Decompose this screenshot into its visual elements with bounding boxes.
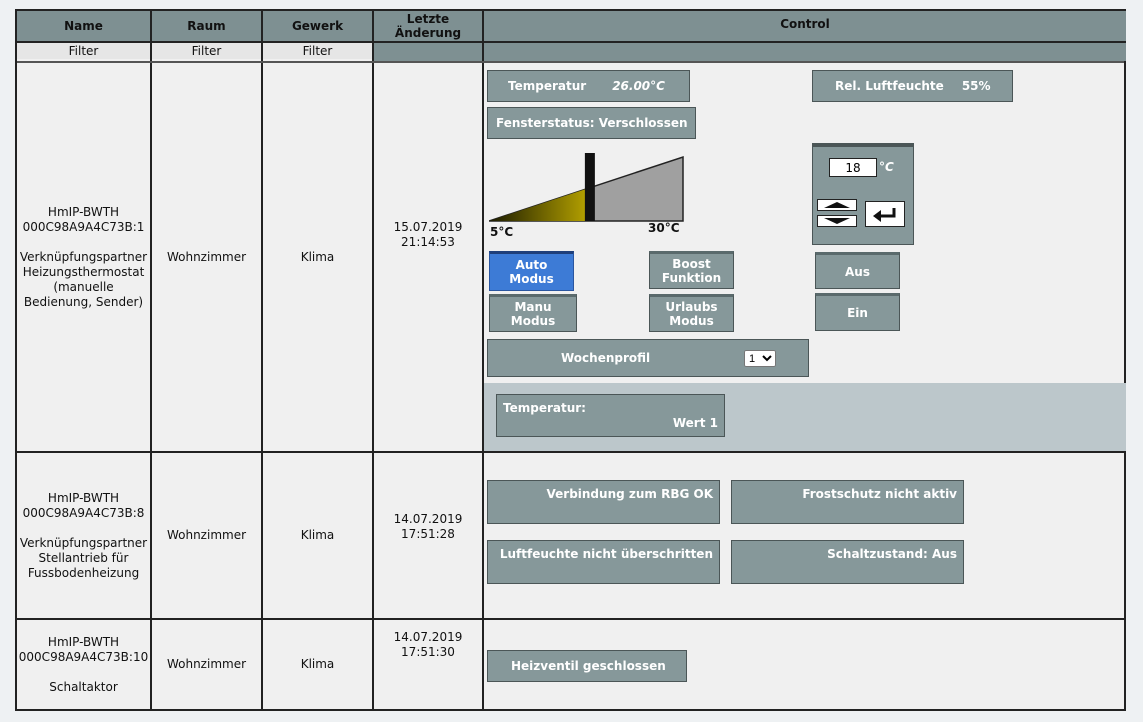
table-row-1-room: Wohnzimmer bbox=[166, 249, 247, 264]
table-row-3-name: HmIP-BWTH 000C98A9A4C73B:10 Schaltaktor bbox=[17, 620, 150, 709]
temperature-sensor-panel: Temperatur: Wert 1 bbox=[484, 383, 1126, 451]
change-date: 14.07.2019 bbox=[393, 630, 463, 644]
device-description: Fussbodenheizung bbox=[27, 565, 140, 580]
header-trade[interactable]: Gewerk bbox=[263, 11, 372, 41]
table-row-2-trade: Klima bbox=[300, 528, 335, 542]
manual-mode-line1: Manu bbox=[514, 300, 552, 314]
device-description: Verknüpfungspartner bbox=[19, 249, 148, 264]
header-last-change[interactable]: Letzte Änderung bbox=[374, 11, 482, 41]
device-table: Name Raum Gewerk Letzte Änderung Control… bbox=[15, 9, 1126, 711]
temperature-sensor-value: Wert 1 bbox=[672, 416, 718, 430]
table-row-3-last-change: 14.07.2019 17:51:30 bbox=[374, 627, 482, 663]
table-row-2-last-change: 14.07.2019 17:51:28 bbox=[374, 453, 482, 601]
vacation-mode-line1: Urlaubs bbox=[665, 300, 718, 314]
setpoint-unit: °C bbox=[879, 160, 894, 174]
device-type: HmIP-BWTH bbox=[47, 634, 120, 649]
valve-status: Heizventil geschlossen bbox=[487, 650, 687, 682]
device-description: (manuelle bbox=[53, 279, 114, 294]
header-control: Control bbox=[484, 11, 1126, 41]
device-description: Heizungsthermostat bbox=[22, 264, 145, 279]
boost-button[interactable]: Boost Funktion bbox=[649, 251, 734, 289]
auto-mode-button[interactable]: Auto Modus bbox=[489, 251, 574, 291]
temperature-display: Temperatur 26.00°C bbox=[487, 70, 690, 102]
table-row-1-name: HmIP-BWTH 000C98A9A4C73B:1 Verknüpfungsp… bbox=[17, 63, 150, 451]
temperature-label: Temperatur bbox=[508, 79, 587, 93]
change-time: 17:51:30 bbox=[401, 645, 455, 659]
manual-mode-button[interactable]: Manu Modus bbox=[489, 294, 577, 332]
temperature-sensor-label: Temperatur: bbox=[503, 401, 586, 415]
filter-trade-button[interactable]: Filter bbox=[263, 43, 372, 59]
device-address: 000C98A9A4C73B:10 bbox=[18, 649, 149, 664]
header-last-change-line1: Letzte bbox=[406, 12, 450, 26]
column-divider bbox=[482, 11, 484, 709]
humidity-label: Rel. Luftfeuchte bbox=[835, 79, 944, 93]
rbg-connection-status: Verbindung zum RBG OK bbox=[487, 480, 720, 524]
weekprofile-select[interactable]: 1 bbox=[744, 350, 776, 367]
header-last-change-line2: Änderung bbox=[394, 26, 462, 40]
device-type: HmIP-BWTH bbox=[47, 204, 120, 219]
window-status: Fensterstatus: Verschlossen bbox=[487, 107, 696, 139]
device-description: Verknüpfungspartner bbox=[19, 535, 148, 550]
auto-mode-line1: Auto bbox=[515, 258, 548, 272]
slider-max-label: 30°C bbox=[648, 221, 680, 235]
temperature-value: 26.00°C bbox=[612, 79, 665, 93]
setpoint-apply-button[interactable] bbox=[865, 201, 905, 227]
slider-handle[interactable] bbox=[584, 153, 595, 221]
temperature-sensor-display: Temperatur: Wert 1 bbox=[496, 394, 725, 437]
arrow-down-icon bbox=[824, 218, 850, 224]
slider-min-label: 5°C bbox=[490, 225, 514, 239]
table-row-1-last-change: 15.07.2019 21:14:53 bbox=[374, 63, 482, 407]
device-description: Stellantrieb für bbox=[38, 550, 129, 565]
arrow-up-icon bbox=[824, 202, 850, 208]
humidity-value: 55% bbox=[961, 79, 991, 93]
table-row-2-room: Wohnzimmer bbox=[166, 528, 247, 542]
on-button[interactable]: Ein bbox=[815, 293, 900, 331]
device-description: Bedienung, Sender) bbox=[23, 294, 144, 309]
device-type: HmIP-BWTH bbox=[47, 490, 120, 505]
humidity-display: Rel. Luftfeuchte 55% bbox=[812, 70, 1013, 102]
setpoint-input[interactable] bbox=[829, 158, 877, 177]
weekprofile-bar: Wochenprofil 1 bbox=[487, 339, 809, 377]
switch-state-status: Schaltzustand: Aus bbox=[731, 540, 964, 584]
boost-line1: Boost bbox=[672, 257, 711, 271]
filter-empty bbox=[484, 43, 1126, 61]
vacation-mode-button[interactable]: Urlaubs Modus bbox=[649, 294, 734, 332]
device-description: Schaltaktor bbox=[49, 679, 118, 694]
temperature-slider[interactable] bbox=[489, 153, 689, 225]
auto-mode-line2: Modus bbox=[509, 272, 554, 286]
header-name[interactable]: Name bbox=[17, 11, 150, 41]
table-row-3-room: Wohnzimmer bbox=[166, 657, 247, 671]
table-row-3-trade: Klima bbox=[300, 657, 335, 671]
setpoint-down-button[interactable] bbox=[817, 215, 857, 227]
filter-name-button[interactable]: Filter bbox=[17, 43, 150, 59]
header-room[interactable]: Raum bbox=[152, 11, 261, 41]
frost-protection-status: Frostschutz nicht aktiv bbox=[731, 480, 964, 524]
enter-arrow-icon bbox=[873, 208, 896, 222]
filter-empty bbox=[374, 43, 482, 61]
change-time: 21:14:53 bbox=[401, 235, 455, 249]
manual-mode-line2: Modus bbox=[510, 314, 556, 328]
device-address: 000C98A9A4C73B:1 bbox=[22, 219, 145, 234]
change-date: 15.07.2019 bbox=[393, 220, 463, 234]
table-row-2-name: HmIP-BWTH 000C98A9A4C73B:8 Verknüpfungsp… bbox=[17, 453, 150, 618]
humidity-threshold-status: Luftfeuchte nicht überschritten bbox=[487, 540, 720, 584]
off-button[interactable]: Aus bbox=[815, 252, 900, 289]
setpoint-up-button[interactable] bbox=[817, 199, 857, 211]
device-address: 000C98A9A4C73B:8 bbox=[22, 505, 145, 520]
boost-line2: Funktion bbox=[661, 271, 722, 285]
filter-room-button[interactable]: Filter bbox=[152, 43, 261, 59]
change-date: 14.07.2019 bbox=[393, 512, 463, 526]
weekprofile-label: Wochenprofil bbox=[561, 351, 651, 365]
setpoint-panel: °C bbox=[812, 143, 914, 245]
change-time: 17:51:28 bbox=[401, 527, 455, 541]
table-row-1-trade: Klima bbox=[300, 249, 335, 264]
vacation-mode-line2: Modus bbox=[669, 314, 714, 328]
